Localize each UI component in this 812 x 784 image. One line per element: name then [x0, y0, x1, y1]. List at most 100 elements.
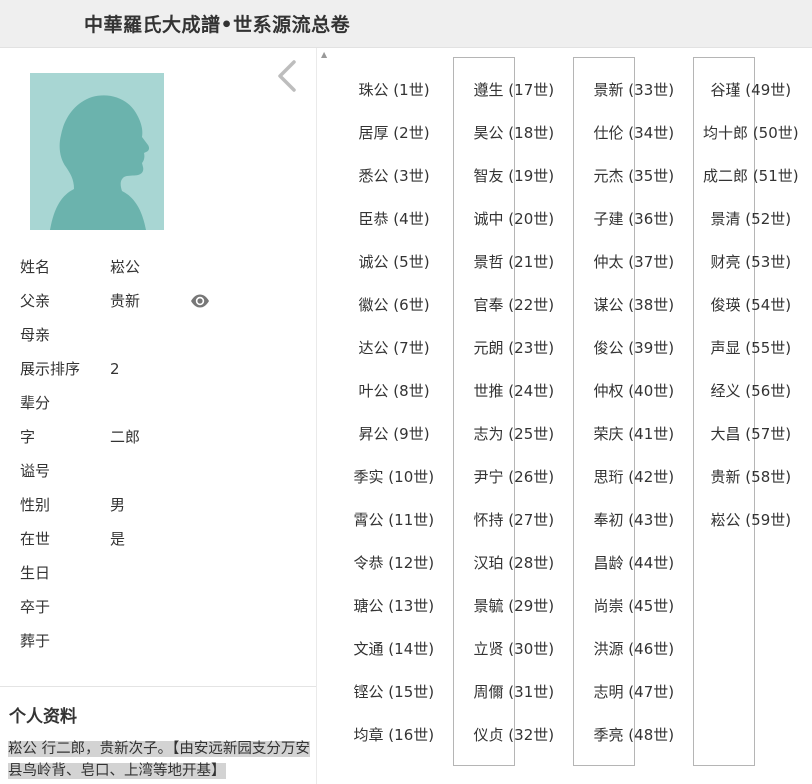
generation-name: 悉公 [358, 167, 389, 185]
generation-item[interactable]: 财亮 (53世) [711, 253, 792, 271]
generation-number: (49世) [745, 81, 792, 99]
generation-number: (57世) [745, 425, 792, 443]
generation-item[interactable]: 遵生 (17世) [474, 81, 555, 99]
generation-number: (22世) [508, 296, 555, 314]
generation-item[interactable]: 贵新 (58世) [711, 468, 792, 486]
generation-item[interactable]: 达公 (7世) [359, 339, 430, 357]
generation-item[interactable]: 元朗 (23世) [474, 339, 555, 357]
generation-item[interactable]: 季实 (10世) [354, 468, 435, 486]
generation-item[interactable]: 智友 (19世) [474, 167, 555, 185]
column-frame [573, 57, 635, 766]
generation-item[interactable]: 景清 (52世) [711, 210, 792, 228]
generation-item[interactable]: 徽公 (6世) [359, 296, 430, 314]
generation-number: (34世) [628, 124, 675, 142]
generation-item[interactable]: 霄公 (11世) [354, 511, 435, 529]
generation-item[interactable]: 景毓 (29世) [474, 597, 555, 615]
generation-name: 珠公 [358, 81, 389, 99]
generation-item[interactable]: 文通 (14世) [354, 640, 435, 658]
info-value: 贵新 [110, 292, 141, 310]
generation-name: 令恭 [353, 554, 384, 572]
generation-name: 谋公 [593, 296, 624, 314]
generation-item[interactable]: 洪源 (46世) [594, 640, 675, 658]
generation-name: 元杰 [593, 167, 624, 185]
generation-item[interactable]: 成二郎 (51世) [703, 167, 799, 185]
generation-item[interactable]: 崧公 (59世) [711, 511, 792, 529]
collapse-panel-button[interactable] [272, 56, 302, 96]
generation-name: 谷瑾 [710, 81, 741, 99]
generation-item[interactable]: 汉珀 (28世) [474, 554, 555, 572]
generation-item[interactable]: 仪贞 (32世) [474, 726, 555, 744]
generation-name: 元朗 [473, 339, 504, 357]
generation-number: (31世) [508, 683, 555, 701]
generation-number: (56世) [745, 382, 792, 400]
scroll-up-icon[interactable]: ▲ [321, 50, 329, 59]
generation-item[interactable]: 奉初 (43世) [594, 511, 675, 529]
generation-item[interactable]: 志为 (25世) [474, 425, 555, 443]
info-label: 谥号 [20, 462, 51, 480]
generation-item[interactable]: 悉公 (3世) [359, 167, 430, 185]
generation-item[interactable]: 声显 (55世) [711, 339, 792, 357]
generation-name: 志明 [593, 683, 624, 701]
generation-item[interactable]: 世推 (24世) [474, 382, 555, 400]
generation-number: (58世) [745, 468, 792, 486]
eye-icon[interactable] [190, 291, 210, 311]
generation-name: 瑭公 [353, 597, 384, 615]
generation-item[interactable]: 昇公 (9世) [359, 425, 430, 443]
generation-name: 景新 [593, 81, 624, 99]
generation-item[interactable]: 怀持 (27世) [474, 511, 555, 529]
info-row: 在世 是 [20, 530, 300, 564]
generation-item[interactable]: 昊公 (18世) [474, 124, 555, 142]
generation-item[interactable]: 大昌 (57世) [711, 425, 792, 443]
info-value: 崧公 [110, 258, 141, 276]
generation-item[interactable]: 叶公 (8世) [359, 382, 430, 400]
generation-item[interactable]: 经义 (56世) [711, 382, 792, 400]
generation-item[interactable]: 谋公 (38世) [594, 296, 675, 314]
info-row: 性别 男 [20, 496, 300, 530]
info-row: 父亲 贵新 [20, 292, 300, 326]
generation-item[interactable]: 志明 (47世) [594, 683, 675, 701]
generation-item[interactable]: 景新 (33世) [594, 81, 675, 99]
generation-item[interactable]: 季亮 (48世) [594, 726, 675, 744]
generation-item[interactable]: 铿公 (15世) [354, 683, 435, 701]
info-label: 父亲 [20, 292, 51, 310]
generation-item[interactable]: 子建 (36世) [594, 210, 675, 228]
generation-name: 官奉 [473, 296, 504, 314]
generation-item[interactable]: 元杰 (35世) [594, 167, 675, 185]
generation-name: 均章 [353, 726, 384, 744]
generation-item[interactable]: 谷瑾 (49世) [711, 81, 792, 99]
lineage-panel: ▲ 珠公 (1世) 居厚 (2世) 悉公 (3世) 臣恭 (4世) 诚公 (5世) 徽公 … [316, 48, 812, 784]
generation-item[interactable]: 均十郎 (50世) [703, 124, 799, 142]
generation-item[interactable]: 令恭 (12世) [354, 554, 435, 572]
generation-item[interactable]: 仕伦 (34世) [594, 124, 675, 142]
generation-item[interactable]: 俊公 (39世) [594, 339, 675, 357]
generation-number: (46世) [628, 640, 675, 658]
generation-item[interactable]: 均章 (16世) [354, 726, 435, 744]
generation-item[interactable]: 仲权 (40世) [594, 382, 675, 400]
generation-item[interactable]: 尚崇 (45世) [594, 597, 675, 615]
generation-item[interactable]: 尹宁 (26世) [474, 468, 555, 486]
app-header: 中華羅氏大成譜•世系源流总卷 [0, 0, 812, 48]
generation-item[interactable]: 诚公 (5世) [359, 253, 430, 271]
generation-item[interactable]: 臣恭 (4世) [359, 210, 430, 228]
generation-item[interactable]: 瑭公 (13世) [354, 597, 435, 615]
generation-number: (38世) [628, 296, 675, 314]
generation-item[interactable]: 昌龄 (44世) [594, 554, 675, 572]
generation-item[interactable]: 景哲 (21世) [474, 253, 555, 271]
generation-number: (47世) [628, 683, 675, 701]
generation-item[interactable]: 仲太 (37世) [594, 253, 675, 271]
generation-item[interactable]: 周儞 (31世) [474, 683, 555, 701]
generation-name: 周儞 [473, 683, 504, 701]
generation-item[interactable]: 立贤 (30世) [474, 640, 555, 658]
generation-item[interactable]: 荣庆 (41世) [594, 425, 675, 443]
generation-item[interactable]: 思珩 (42世) [594, 468, 675, 486]
info-row: 姓名 崧公 [20, 258, 300, 292]
generation-item[interactable]: 居厚 (2世) [359, 124, 430, 142]
info-row: 字 二郎 [20, 428, 300, 462]
generation-name: 居厚 [358, 124, 389, 142]
info-label: 展示排序 [20, 360, 81, 378]
generation-item[interactable]: 诚中 (20世) [474, 210, 555, 228]
generation-item[interactable]: 珠公 (1世) [359, 81, 430, 99]
generation-item[interactable]: 俊瑛 (54世) [711, 296, 792, 314]
generation-number: (14世) [388, 640, 435, 658]
generation-item[interactable]: 官奉 (22世) [474, 296, 555, 314]
